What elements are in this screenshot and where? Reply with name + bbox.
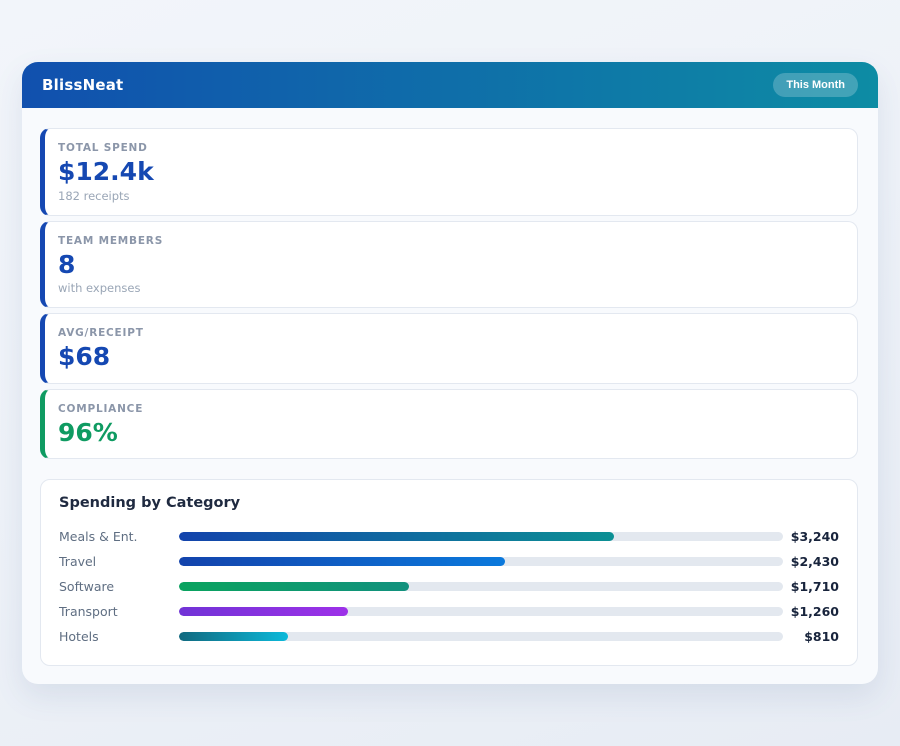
chart-bar-fill [179, 557, 505, 566]
chart-row-hotels: Hotels $810 [59, 624, 839, 649]
stat-subtitle: 182 receipts [58, 189, 841, 203]
chart-category-label: Hotels [59, 629, 179, 644]
app-header: BlissNeat This Month [22, 62, 878, 108]
chart-category-label: Transport [59, 604, 179, 619]
chart-bar-track [179, 632, 783, 641]
chart-bar-track [179, 532, 783, 541]
chart-bar-fill [179, 607, 348, 616]
chart-value-label: $1,710 [783, 579, 839, 594]
stat-label: TEAM MEMBERS [58, 235, 841, 247]
chart-row-meals-ent: Meals & Ent. $3,240 [59, 524, 839, 549]
app-card: BlissNeat This Month TOTAL SPEND $12.4k 18… [22, 62, 878, 684]
chart-row-software: Software $1,710 [59, 574, 839, 599]
stat-subtitle: with expenses [58, 281, 841, 295]
chart-bar-track [179, 607, 783, 616]
stat-label: TOTAL SPEND [58, 142, 841, 154]
chart-value-label: $1,260 [783, 604, 839, 619]
chart-value-label: $2,430 [783, 554, 839, 569]
stat-card-avg-receipt: AVG/RECEIPT $68 [40, 313, 858, 384]
chart-value-label: $3,240 [783, 529, 839, 544]
stats-list: TOTAL SPEND $12.4k 182 receipts TEAM MEMBER… [40, 128, 858, 459]
chart-category-label: Travel [59, 554, 179, 569]
chart-category-label: Software [59, 579, 179, 594]
spending-by-category-card: Spending by Category Meals & Ent. $3,240 T… [40, 479, 858, 666]
stat-value: 96% [58, 419, 841, 447]
chart-row-travel: Travel $2,430 [59, 549, 839, 574]
chart-bar-fill [179, 532, 614, 541]
stat-card-compliance: COMPLIANCE 96% [40, 389, 858, 460]
category-bars: Meals & Ent. $3,240 Travel $2,430 Software $1… [59, 524, 839, 649]
chart-value-label: $810 [783, 629, 839, 644]
spending-card-title: Spending by Category [59, 495, 839, 511]
chart-bar-fill [179, 582, 409, 591]
chart-category-label: Meals & Ent. [59, 529, 179, 544]
stat-value: 8 [58, 251, 841, 279]
chart-bar-fill [179, 632, 288, 641]
stat-card-total-spend: TOTAL SPEND $12.4k 182 receipts [40, 128, 858, 216]
chart-bar-track [179, 557, 783, 566]
stat-value: $68 [58, 343, 841, 371]
stat-value: $12.4k [58, 158, 841, 186]
app-title: BlissNeat [42, 76, 123, 94]
app-content: TOTAL SPEND $12.4k 182 receipts TEAM MEMBER… [22, 108, 878, 684]
stat-card-team-members: TEAM MEMBERS 8 with expenses [40, 221, 858, 309]
period-badge[interactable]: This Month [773, 73, 858, 97]
stat-label: AVG/RECEIPT [58, 327, 841, 339]
chart-bar-track [179, 582, 783, 591]
stat-label: COMPLIANCE [58, 403, 841, 415]
chart-row-transport: Transport $1,260 [59, 599, 839, 624]
